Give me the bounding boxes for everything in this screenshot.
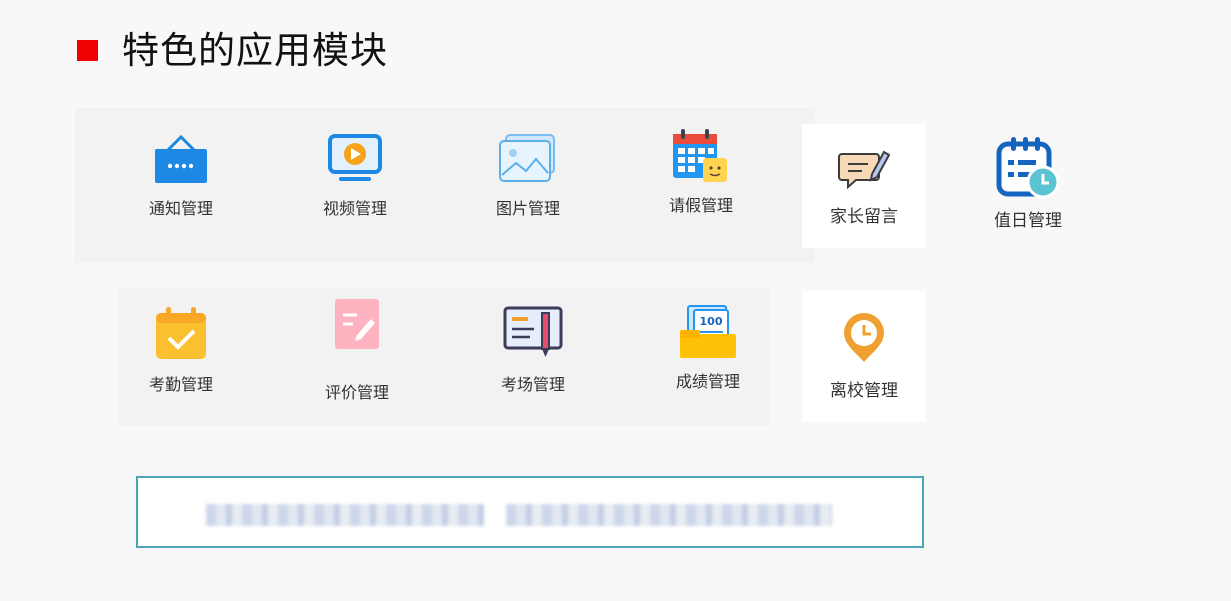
module-label: 评价管理 [324,383,389,402]
svg-text:100: 100 [700,315,723,328]
blurred-text [506,504,832,526]
duty-calendar-clock-icon [995,134,1061,200]
module-label: 通知管理 [148,199,213,218]
module-leave[interactable]: 请假管理 [641,128,761,216]
module-label: 图片管理 [495,199,560,218]
module-label: 值日管理 [994,211,1062,231]
module-score[interactable]: 100 成绩管理 [648,304,768,392]
module-label: 考勤管理 [148,375,213,394]
video-monitor-icon [327,133,383,185]
exam-room-icon [502,305,564,361]
module-leave-school[interactable]: 离校管理 [803,291,925,422]
clock-pin-icon [841,312,887,368]
footer-text-box [136,476,924,548]
module-evaluation[interactable]: 评价管理 [297,297,417,403]
notification-board-icon [153,133,209,185]
page-title: 特色的应用模块 [122,29,388,72]
blurred-text [206,504,484,526]
attendance-calendar-icon [153,305,209,361]
module-exam-room[interactable]: 考场管理 [473,305,593,395]
module-picture[interactable]: 图片管理 [468,133,588,219]
module-label: 离校管理 [830,381,898,401]
module-notification[interactable]: 通知管理 [121,133,241,219]
score-folder-icon: 100 [678,304,738,362]
module-duty[interactable]: 值日管理 [968,134,1088,231]
module-label: 家长留言 [830,206,898,227]
module-parent-message[interactable]: 家长留言 [802,124,926,248]
module-label: 请假管理 [668,196,733,215]
picture-icon [498,133,558,185]
title-bullet-square [77,40,98,61]
message-pen-icon [838,146,891,194]
module-label: 考场管理 [500,375,565,394]
module-attendance[interactable]: 考勤管理 [121,305,241,395]
leave-calendar-icon [671,128,731,186]
module-label: 成绩管理 [675,372,740,391]
module-label: 视频管理 [322,199,387,218]
evaluation-edit-icon [331,297,383,353]
module-video[interactable]: 视频管理 [295,133,415,219]
